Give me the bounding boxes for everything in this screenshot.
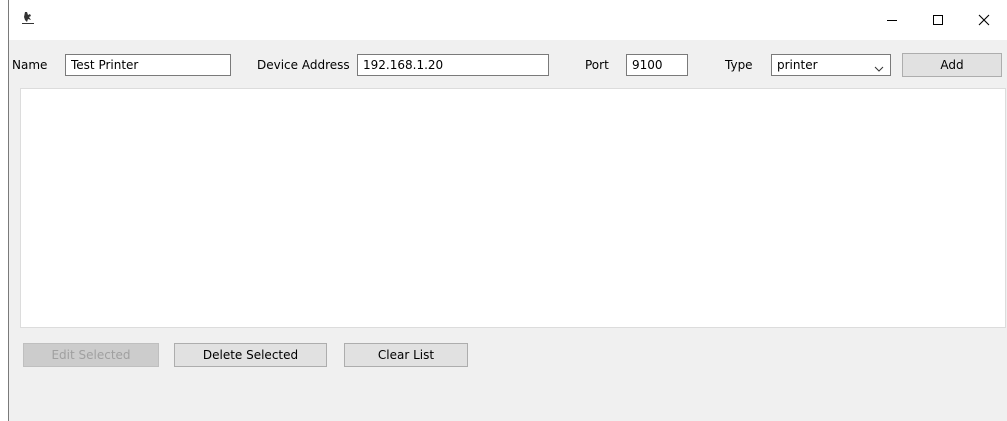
edit-selected-button[interactable]: Edit Selected — [23, 343, 159, 367]
device-form-row: Name Device Address Port Type printer Ad… — [9, 52, 1007, 80]
name-label: Name — [12, 58, 48, 72]
type-label: Type — [725, 58, 753, 72]
device-list[interactable] — [20, 88, 1006, 328]
app-icon — [21, 11, 35, 25]
close-icon — [978, 14, 990, 26]
maximize-icon — [932, 14, 944, 26]
port-label: Port — [585, 58, 609, 72]
type-select[interactable]: printer — [771, 54, 891, 76]
name-input[interactable] — [65, 54, 231, 76]
close-button[interactable] — [961, 0, 1007, 40]
title-bar[interactable] — [9, 0, 1007, 40]
add-button[interactable]: Add — [902, 53, 1002, 77]
type-selected-value: printer — [777, 58, 818, 72]
delete-selected-button[interactable]: Delete Selected — [174, 343, 327, 367]
device-address-label: Device Address — [257, 58, 350, 72]
port-input[interactable] — [626, 54, 688, 76]
chevron-down-icon — [874, 60, 884, 72]
minimize-icon — [886, 14, 898, 26]
maximize-button[interactable] — [915, 0, 961, 40]
minimize-button[interactable] — [869, 0, 915, 40]
device-address-input[interactable] — [357, 54, 549, 76]
clear-list-button[interactable]: Clear List — [344, 343, 468, 367]
app-window: Name Device Address Port Type printer Ad… — [8, 0, 1007, 421]
